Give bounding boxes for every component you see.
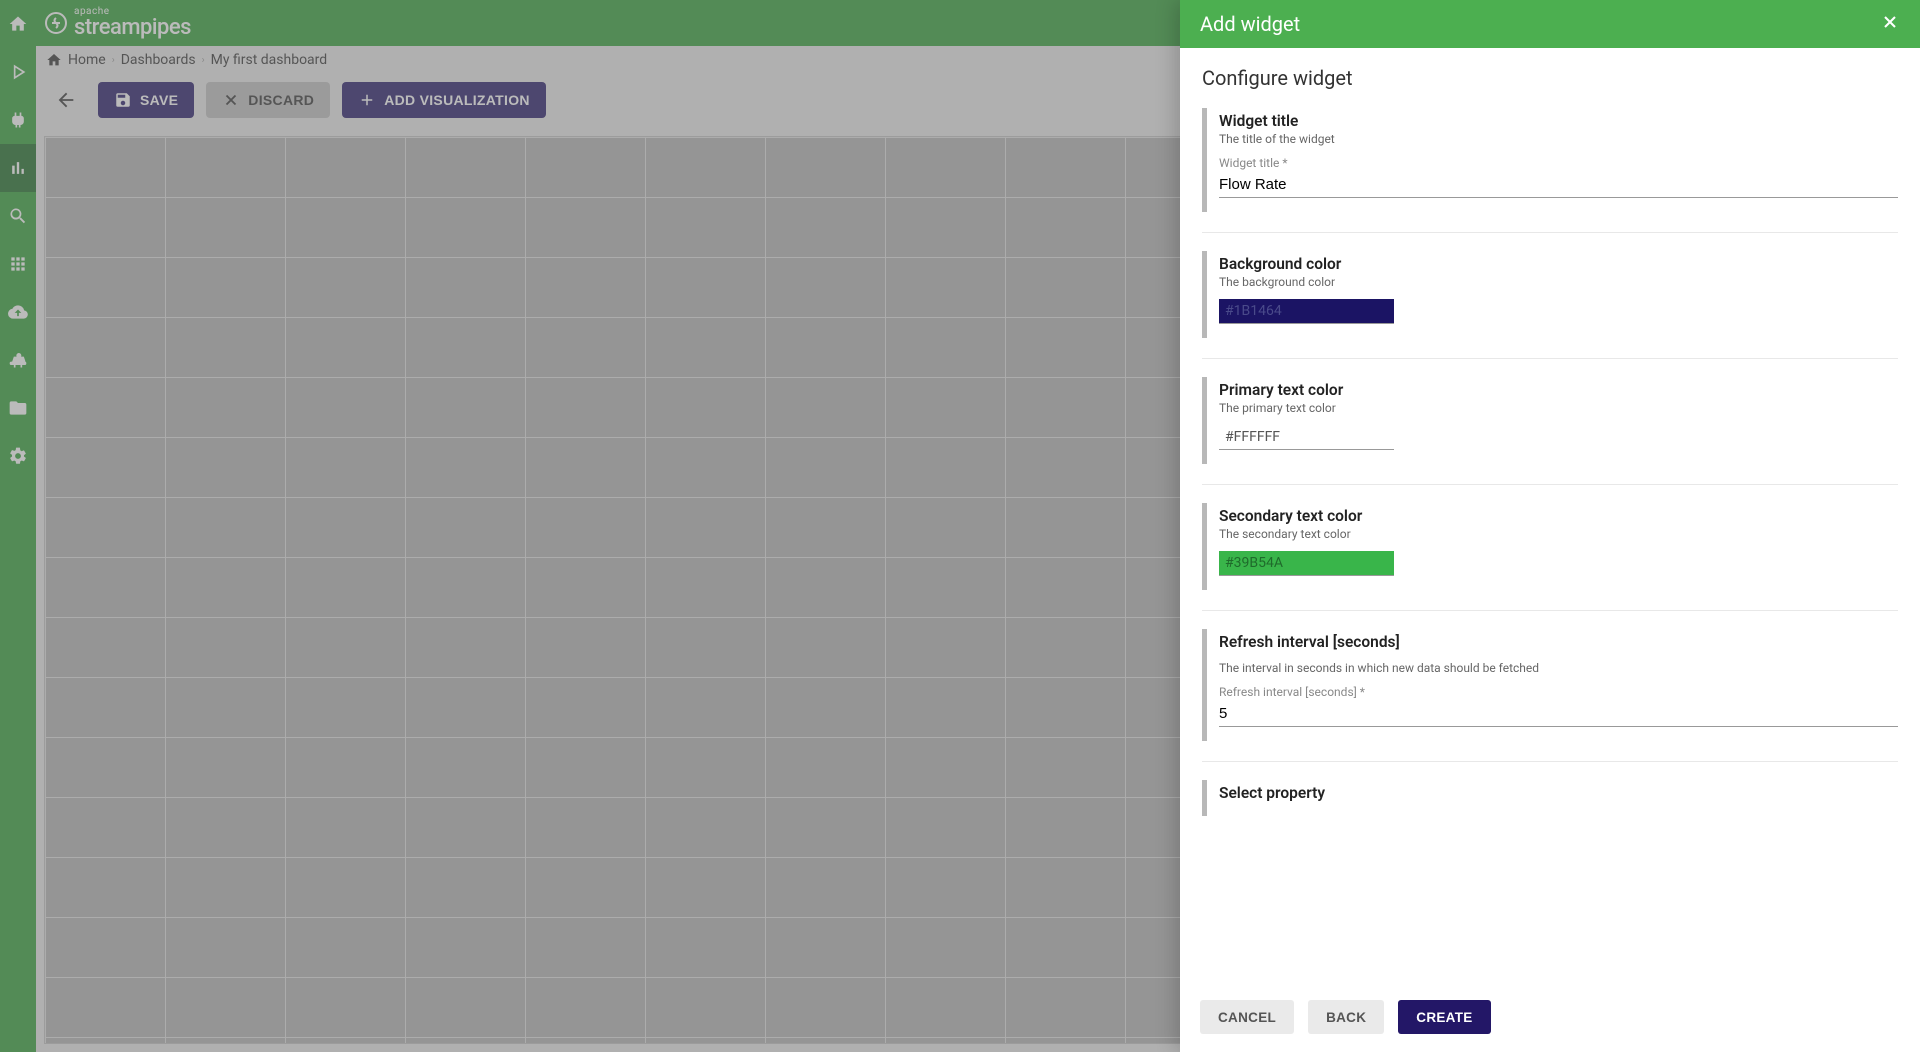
back-button[interactable]: BACK xyxy=(1308,1000,1384,1034)
cancel-button[interactable]: CANCEL xyxy=(1200,1000,1294,1034)
field-refresh-interval: Refresh interval [seconds] The interval … xyxy=(1202,629,1898,741)
field-widget-title: Widget title The title of the widget Wid… xyxy=(1202,108,1898,212)
bg-color-swatch[interactable]: #1B1464 xyxy=(1219,299,1394,323)
primary-color-label: Primary text color xyxy=(1219,381,1898,399)
separator xyxy=(1202,610,1898,611)
primary-color-swatch[interactable]: #FFFFFF xyxy=(1219,425,1394,449)
drawer-header: Add widget xyxy=(1180,0,1920,48)
refresh-interval-input[interactable] xyxy=(1219,701,1898,727)
separator xyxy=(1202,484,1898,485)
bg-color-desc: The background color xyxy=(1219,275,1898,289)
primary-color-underline xyxy=(1219,449,1394,450)
separator xyxy=(1202,358,1898,359)
secondary-color-desc: The secondary text color xyxy=(1219,527,1898,541)
widget-title-float-label: Widget title * xyxy=(1219,156,1898,170)
bg-color-label: Background color xyxy=(1219,255,1898,273)
primary-color-desc: The primary text color xyxy=(1219,401,1898,415)
select-property-label: Select property xyxy=(1219,784,1898,802)
widget-title-input[interactable] xyxy=(1219,172,1898,198)
drawer-footer: CANCEL BACK CREATE xyxy=(1180,986,1920,1052)
secondary-color-underline xyxy=(1219,575,1394,576)
drawer-close-icon[interactable] xyxy=(1880,12,1900,37)
field-background-color: Background color The background color #1… xyxy=(1202,251,1898,338)
config-heading: Configure widget xyxy=(1202,66,1898,90)
field-select-property: Select property xyxy=(1202,780,1898,816)
separator xyxy=(1202,761,1898,762)
secondary-color-label: Secondary text color xyxy=(1219,507,1898,525)
separator xyxy=(1202,232,1898,233)
create-button[interactable]: CREATE xyxy=(1398,1000,1490,1034)
widget-title-label: Widget title xyxy=(1219,112,1898,130)
refresh-desc-real: The interval in seconds in which new dat… xyxy=(1219,661,1898,675)
add-widget-drawer: Add widget Configure widget Widget title… xyxy=(1180,0,1920,1052)
secondary-color-swatch[interactable]: #39B54A xyxy=(1219,551,1394,575)
refresh-label: Refresh interval [seconds] xyxy=(1219,633,1898,651)
refresh-float-label: Refresh interval [seconds] * xyxy=(1219,685,1898,699)
field-primary-text-color: Primary text color The primary text colo… xyxy=(1202,377,1898,464)
bg-color-underline xyxy=(1219,323,1394,324)
field-secondary-text-color: Secondary text color The secondary text … xyxy=(1202,503,1898,590)
drawer-title: Add widget xyxy=(1200,12,1300,36)
widget-title-desc: The title of the widget xyxy=(1219,132,1898,146)
drawer-body[interactable]: Configure widget Widget title The title … xyxy=(1180,48,1920,986)
